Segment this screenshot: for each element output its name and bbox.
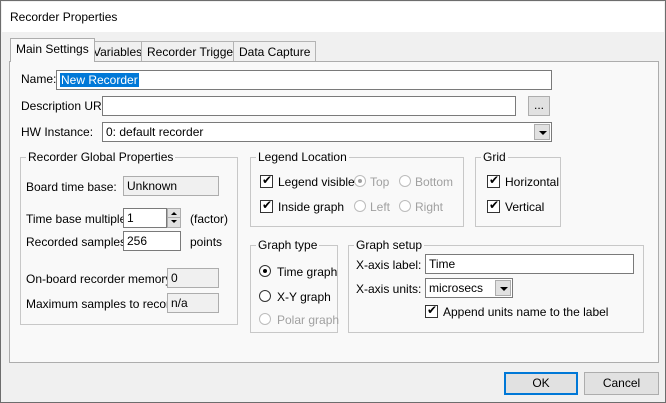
legend-visible-label: Legend visible <box>278 175 355 189</box>
xaxis-units-label: X-axis units: <box>356 282 422 296</box>
window-title: Recorder Properties <box>10 10 118 24</box>
append-units-checkbox[interactable] <box>425 303 438 318</box>
cancel-button[interactable]: Cancel <box>584 372 659 395</box>
hw-instance-label: HW Instance: <box>21 125 94 139</box>
inside-graph-checkbox[interactable] <box>260 198 273 213</box>
graph-setup-title: Graph setup <box>354 238 425 252</box>
chevron-down-icon[interactable] <box>495 280 511 296</box>
xaxis-units-value: microsecs <box>429 281 484 295</box>
legend-location-title: Legend Location <box>256 150 349 164</box>
ok-button[interactable]: OK <box>504 372 578 395</box>
legend-top-radio[interactable] <box>354 175 366 187</box>
description-url-label: Description URL: <box>21 99 112 113</box>
legend-right-radio[interactable] <box>399 200 411 212</box>
polar-graph-label: Polar graph <box>277 313 340 327</box>
recorded-samples-input[interactable]: 256 <box>123 231 181 251</box>
main-settings-panel: Name: New Recorder Description URL: ... … <box>9 61 659 363</box>
name-value: New Recorder <box>60 73 139 87</box>
xaxis-units-select[interactable]: microsecs <box>425 278 513 298</box>
hw-instance-value: 0: default recorder <box>106 125 204 139</box>
xaxis-label-label: X-axis label: <box>356 258 422 272</box>
legend-visible-checkbox[interactable] <box>260 173 273 188</box>
legend-bottom-radio[interactable] <box>399 175 411 187</box>
description-url-input[interactable] <box>102 96 516 116</box>
browse-button[interactable]: ... <box>528 96 550 116</box>
tab-recorder-trigger[interactable]: Recorder Trigger <box>141 41 244 61</box>
factor-label: (factor) <box>190 212 229 226</box>
name-input[interactable]: New Recorder <box>56 70 552 90</box>
graph-type-title: Graph type <box>256 238 320 252</box>
chevron-down-icon[interactable] <box>534 124 550 140</box>
inside-graph-label: Inside graph <box>278 200 345 214</box>
recorder-properties-dialog: Recorder Properties Main Settings Variab… <box>0 0 666 403</box>
xy-graph-radio[interactable] <box>259 290 271 302</box>
xaxis-label-input[interactable]: Time <box>425 254 634 274</box>
append-units-label: Append units name to the label <box>443 305 609 319</box>
time-base-multiple-spinner[interactable] <box>167 208 181 228</box>
legend-top-label: Top <box>370 175 390 189</box>
time-graph-radio[interactable] <box>259 265 271 277</box>
legend-right-label: Right <box>415 200 444 214</box>
max-samples-label: Maximum samples to record: <box>26 297 181 311</box>
grid-vertical-label: Vertical <box>505 200 545 214</box>
onboard-memory-value: 0 <box>167 268 219 288</box>
grid-vertical-checkbox[interactable] <box>487 198 500 213</box>
hw-instance-select[interactable]: 0: default recorder <box>102 122 552 142</box>
spin-down-icon[interactable] <box>171 220 177 223</box>
title-bar[interactable]: Recorder Properties <box>2 2 664 32</box>
grid-horizontal-checkbox[interactable] <box>487 173 500 188</box>
board-time-base-label: Board time base: <box>26 180 117 194</box>
legend-left-label: Left <box>370 200 391 214</box>
max-samples-value: n/a <box>167 293 219 313</box>
time-base-multiple-label: Time base multiple: <box>26 212 130 226</box>
global-properties-title: Recorder Global Properties <box>26 150 176 164</box>
points-label: points <box>190 235 223 249</box>
legend-left-radio[interactable] <box>354 200 366 212</box>
recorded-samples-label: Recorded samples: <box>26 235 130 249</box>
time-base-multiple-input[interactable]: 1 <box>123 208 167 228</box>
tab-variables[interactable]: Variables <box>87 41 149 61</box>
polar-graph-radio[interactable] <box>259 313 271 325</box>
tab-main-settings[interactable]: Main Settings <box>10 38 95 62</box>
time-graph-label: Time graph <box>277 265 338 279</box>
legend-bottom-label: Bottom <box>415 175 454 189</box>
onboard-memory-label: On-board recorder memory: <box>26 272 175 286</box>
grid-title: Grid <box>481 150 508 164</box>
tab-data-capture[interactable]: Data Capture <box>233 41 317 61</box>
grid-horizontal-label: Horizontal <box>505 175 560 189</box>
xy-graph-label: X-Y graph <box>277 290 331 304</box>
name-label: Name: <box>21 72 57 86</box>
board-time-base-value: Unknown <box>123 176 219 196</box>
spin-up-icon[interactable] <box>171 212 177 215</box>
legend-location-group <box>250 157 464 227</box>
grid-group <box>475 157 561 227</box>
